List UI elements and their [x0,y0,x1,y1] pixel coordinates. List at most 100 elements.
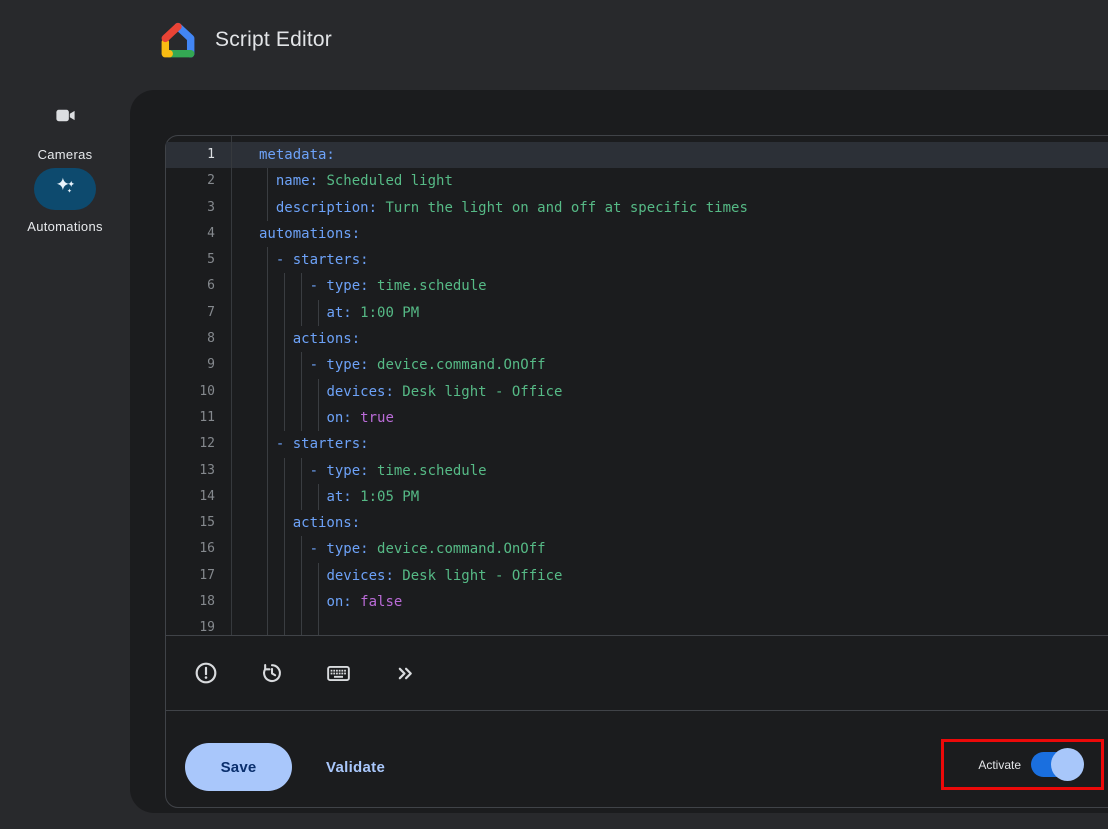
history-icon[interactable] [258,659,286,687]
code-line-19[interactable]: 19 [166,615,1108,636]
line-content: actions: [231,326,1108,352]
indent-guide [284,563,285,589]
line-number: 10 [166,379,231,405]
indent-guide [318,300,319,326]
indent-guide [318,589,319,615]
line-number: 1 [166,142,231,168]
line-content: name: Scheduled light [231,168,1108,194]
activate-toggle-knob [1051,748,1084,781]
code-line-5[interactable]: 5 - starters: [166,247,1108,273]
code-line-1[interactable]: 1metadata: [166,142,1108,168]
line-number: 15 [166,510,231,536]
line-content: automations: [231,221,1108,247]
indent-guide [284,300,285,326]
line-number: 18 [166,589,231,615]
line-content: description: Turn the light on and off a… [231,195,1108,221]
code-line-13[interactable]: 13 - type: time.schedule [166,458,1108,484]
code-editor[interactable]: 1metadata:2 name: Scheduled light3 descr… [166,136,1108,636]
line-number: 6 [166,273,231,299]
indent-guide [284,352,285,378]
line-number: 2 [166,168,231,194]
line-content: devices: Desk light - Office [231,563,1108,589]
page-title: Script Editor [215,28,332,52]
code-line-8[interactable]: 8 actions: [166,326,1108,352]
code-line-17[interactable]: 17 devices: Desk light - Office [166,563,1108,589]
line-number: 12 [166,431,231,457]
code-line-9[interactable]: 9 - type: device.command.OnOff [166,352,1108,378]
code-line-4[interactable]: 4automations: [166,221,1108,247]
indent-guide [301,405,302,431]
line-content: devices: Desk light - Office [231,379,1108,405]
indent-guide [267,431,268,457]
activate-annotation-box: Activate [941,739,1104,790]
line-content: - type: device.command.OnOff [231,536,1108,562]
code-line-16[interactable]: 16 - type: device.command.OnOff [166,536,1108,562]
indent-guide [301,615,302,636]
line-number: 9 [166,352,231,378]
line-number: 17 [166,563,231,589]
sparkle-icon [53,174,78,204]
error-status-icon[interactable] [192,659,220,687]
line-content: metadata: [231,142,1108,168]
line-content: - type: device.command.OnOff [231,352,1108,378]
keyboard-icon[interactable] [324,659,352,687]
indent-guide [284,615,285,636]
indent-guide [284,484,285,510]
line-content: - starters: [231,431,1108,457]
indent-guide [284,510,285,536]
indent-guide [267,484,268,510]
code-line-6[interactable]: 6 - type: time.schedule [166,273,1108,299]
code-line-10[interactable]: 10 devices: Desk light - Office [166,379,1108,405]
line-number: 7 [166,300,231,326]
activate-toggle[interactable] [1031,752,1081,777]
save-button[interactable]: Save [185,743,292,791]
line-number: 19 [166,615,231,636]
line-number: 5 [166,247,231,273]
active-nav-pill [34,168,96,210]
indent-guide [301,458,302,484]
indent-guide [267,510,268,536]
line-number: 14 [166,484,231,510]
line-content: actions: [231,510,1108,536]
line-content: on: true [231,405,1108,431]
indent-guide [301,563,302,589]
indent-guide [267,563,268,589]
line-content: - type: time.schedule [231,458,1108,484]
line-content: at: 1:00 PM [231,300,1108,326]
indent-guide [284,326,285,352]
sidebar-item-label: Cameras [38,147,93,162]
line-number: 13 [166,458,231,484]
indent-guide [267,536,268,562]
line-number: 4 [166,221,231,247]
line-number: 8 [166,326,231,352]
app-header: Script Editor [0,0,1108,90]
indent-guide [318,484,319,510]
sidebar-item-cameras[interactable]: Cameras [0,100,130,162]
indent-guide [267,405,268,431]
code-line-11[interactable]: 11 on: true [166,405,1108,431]
code-line-2[interactable]: 2 name: Scheduled light [166,168,1108,194]
indent-guide [284,405,285,431]
code-line-15[interactable]: 15 actions: [166,510,1108,536]
indent-guide [318,615,319,636]
line-number: 11 [166,405,231,431]
indent-guide [318,379,319,405]
indent-guide [267,615,268,636]
validate-button[interactable]: Validate [320,743,391,791]
indent-guide [267,300,268,326]
indent-guide [301,273,302,299]
double-chevron-right-icon[interactable] [390,659,418,687]
line-content: - type: time.schedule [231,273,1108,299]
indent-guide [301,352,302,378]
indent-guide [267,326,268,352]
code-line-3[interactable]: 3 description: Turn the light on and off… [166,195,1108,221]
line-content: on: false [231,589,1108,615]
gutter-separator [231,136,232,635]
sidebar-item-automations[interactable]: Automations [0,168,130,234]
code-line-14[interactable]: 14 at: 1:05 PM [166,484,1108,510]
code-line-7[interactable]: 7 at: 1:00 PM [166,300,1108,326]
indent-guide [301,484,302,510]
code-line-12[interactable]: 12 - starters: [166,431,1108,457]
indent-guide [284,273,285,299]
code-line-18[interactable]: 18 on: false [166,589,1108,615]
